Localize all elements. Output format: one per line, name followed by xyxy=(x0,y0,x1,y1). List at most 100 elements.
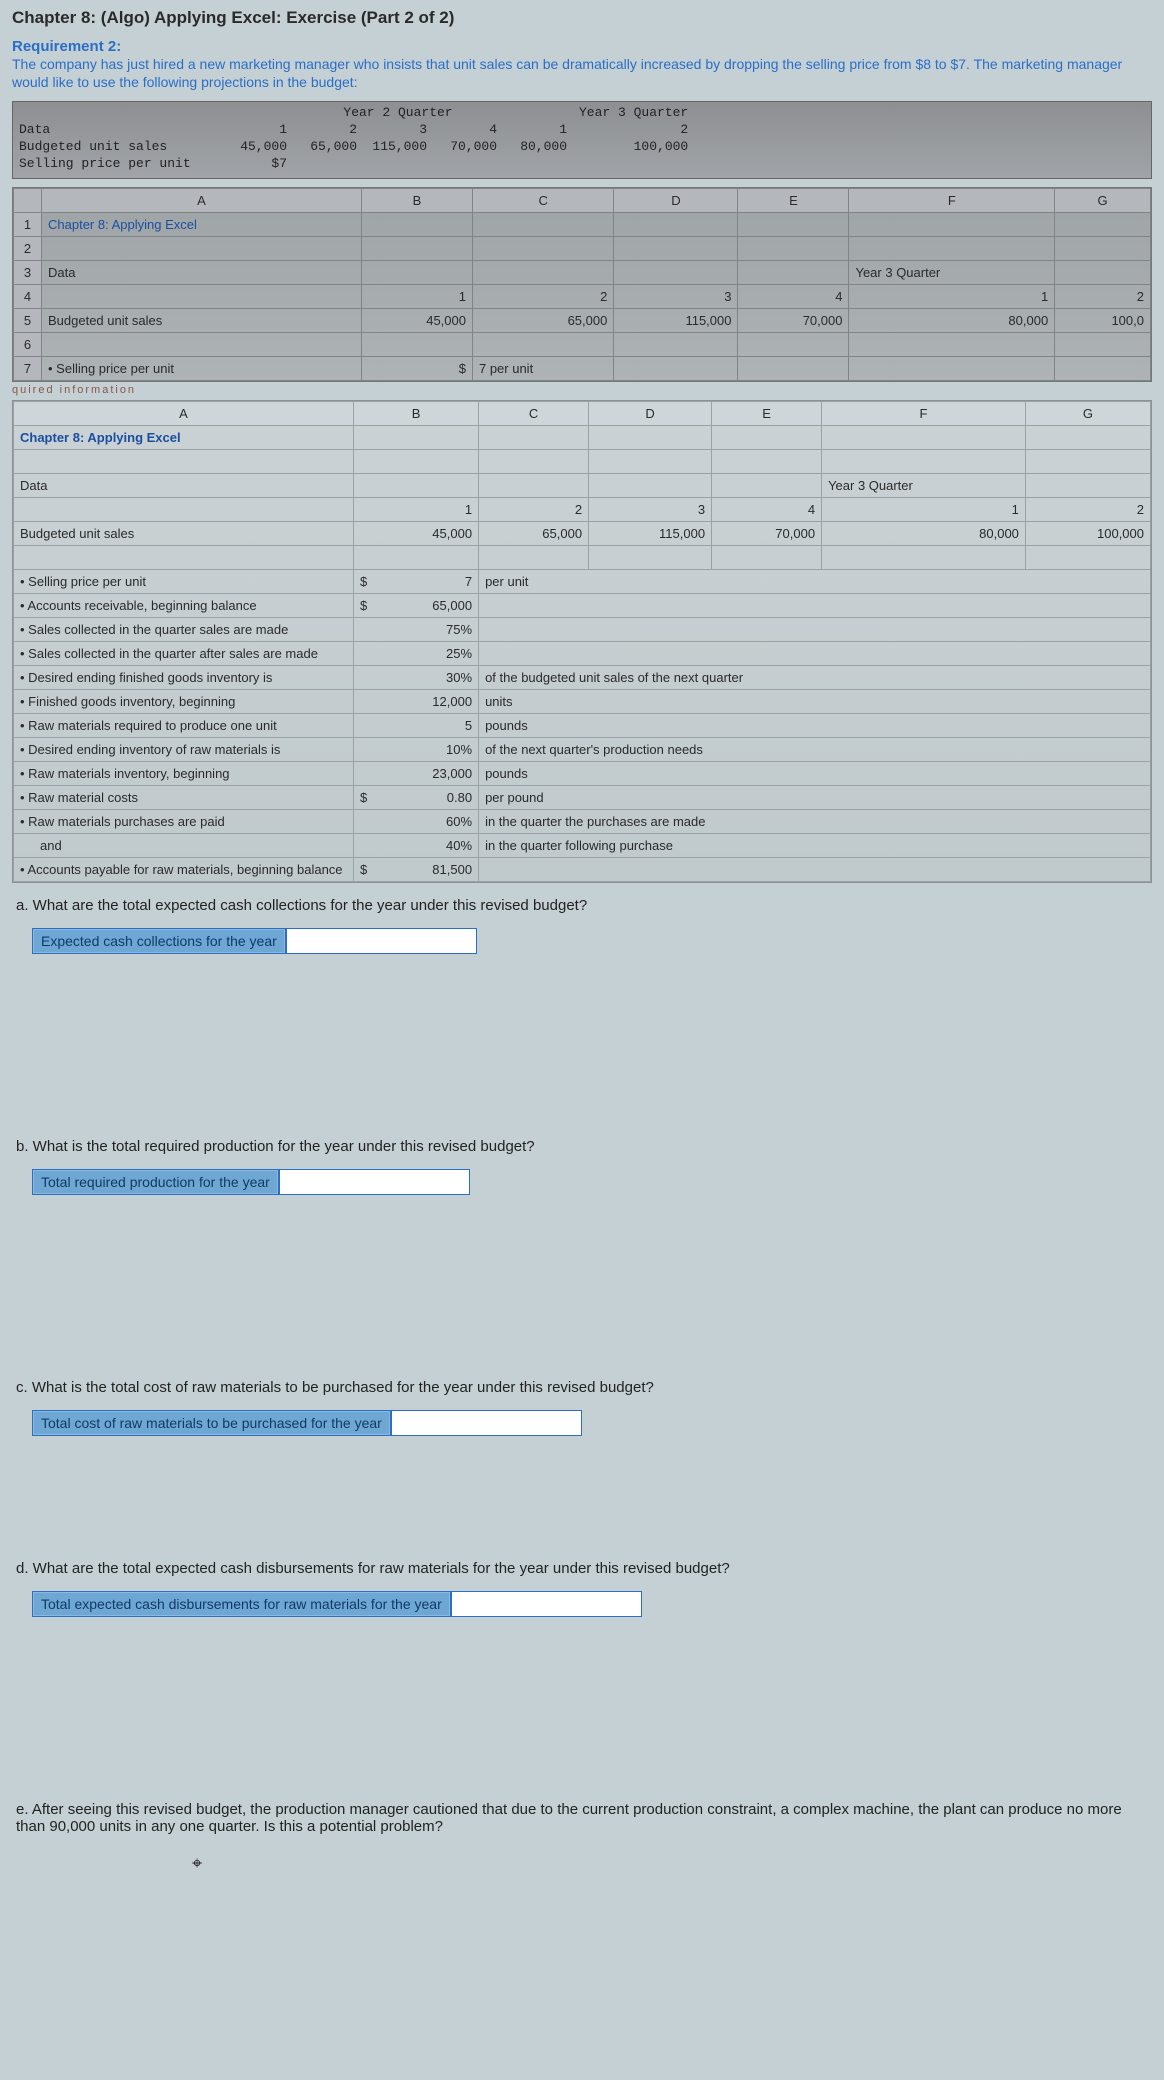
col-header: A xyxy=(14,402,354,426)
answer-input-c[interactable] xyxy=(391,1410,582,1436)
year3-header: Year 3 Quarter xyxy=(573,104,694,121)
answer-label-c: Total cost of raw materials to be purcha… xyxy=(32,1410,391,1436)
row-label: Budgeted unit sales xyxy=(42,309,362,333)
sub-header: 4 xyxy=(712,498,822,522)
item-value: 75% xyxy=(354,618,479,642)
data-row-label: Data xyxy=(13,121,223,138)
item-value: 12,000 xyxy=(354,690,479,714)
col-header: 3 xyxy=(363,121,433,138)
value-cell: 70,000 xyxy=(712,522,822,546)
value-cell: 65,000 xyxy=(293,138,363,155)
page-title: Chapter 8: (Algo) Applying Excel: Exerci… xyxy=(12,8,1152,28)
data-label: Data xyxy=(14,474,354,498)
col-header: D xyxy=(614,189,738,213)
col-header: 2 xyxy=(293,121,363,138)
item-note: pounds xyxy=(479,762,1151,786)
value-cell: 45,000 xyxy=(223,138,293,155)
answer-input-b[interactable] xyxy=(279,1169,470,1195)
item-label: Selling price per unit xyxy=(14,570,354,594)
sub-header: 4 xyxy=(738,285,849,309)
sub-header: 2 xyxy=(472,285,613,309)
answer-label-d: Total expected cash disbursements for ra… xyxy=(32,1591,451,1617)
row-number: 3 xyxy=(14,261,42,285)
value-cell: 70,000 xyxy=(738,309,849,333)
value-cell: 100,0 xyxy=(1055,309,1151,333)
answer-input-d[interactable] xyxy=(451,1591,642,1617)
partial-text: quired information xyxy=(12,384,1152,396)
selling-price-label: Selling price per unit xyxy=(13,155,223,172)
row-number: 1 xyxy=(14,213,42,237)
item-note: per unit xyxy=(479,570,1151,594)
sub-header: 2 xyxy=(1025,498,1150,522)
answer-label-a: Expected cash collections for the year xyxy=(32,928,286,954)
answer-label-b: Total required production for the year xyxy=(32,1169,279,1195)
item-label: Raw material costs xyxy=(14,786,354,810)
item-label: Sales collected in the quarter after sal… xyxy=(14,642,354,666)
col-header: 1 xyxy=(503,121,573,138)
item-label: Desired ending finished goods inventory … xyxy=(14,666,354,690)
item-label: Desired ending inventory of raw material… xyxy=(14,738,354,762)
col-header: B xyxy=(362,189,473,213)
row-number: 6 xyxy=(14,333,42,357)
item-value: 30% xyxy=(354,666,479,690)
item-value: $81,500 xyxy=(354,858,479,882)
value-cell: 80,000 xyxy=(849,309,1055,333)
item-label: and xyxy=(14,834,354,858)
value-cell: 80,000 xyxy=(503,138,573,155)
question-d: d. What are the total expected cash disb… xyxy=(16,1560,1148,1577)
col-header: E xyxy=(712,402,822,426)
item-label: Raw materials required to produce one un… xyxy=(14,714,354,738)
sub-header: 2 xyxy=(1055,285,1151,309)
item-note xyxy=(479,594,1151,618)
value-cell: 115,000 xyxy=(614,309,738,333)
question-a: a. What are the total expected cash coll… xyxy=(16,897,1148,914)
item-value: 25% xyxy=(354,642,479,666)
value-cell: 100,000 xyxy=(573,138,694,155)
sub-header: 1 xyxy=(822,498,1026,522)
data-label: Data xyxy=(42,261,362,285)
excel-grid-1: A B C D E F G 1 Chapter 8: Applying Exce… xyxy=(12,187,1152,382)
requirement-description: The company has just hired a new marketi… xyxy=(12,55,1152,91)
question-c: c. What is the total cost of raw materia… xyxy=(16,1379,1148,1396)
projections-table: Year 2 Quarter Year 3 Quarter Data 1 2 3… xyxy=(12,101,1152,179)
value-cell: 80,000 xyxy=(822,522,1026,546)
budgeted-sales-label: Budgeted unit sales xyxy=(13,138,223,155)
sub-header: 1 xyxy=(362,285,473,309)
item-note xyxy=(479,642,1151,666)
requirement-title: Requirement 2: xyxy=(12,38,1152,55)
col-header: D xyxy=(589,402,712,426)
sub-header: 2 xyxy=(479,498,589,522)
col-header: C xyxy=(472,189,613,213)
value-cell: 45,000 xyxy=(354,522,479,546)
row-number: 7 xyxy=(14,357,42,381)
item-note: in the quarter following purchase xyxy=(479,834,1151,858)
row-number: 2 xyxy=(14,237,42,261)
item-value: $0.80 xyxy=(354,786,479,810)
item-note: per pound xyxy=(479,786,1151,810)
value-cell: 65,000 xyxy=(479,522,589,546)
col-header: F xyxy=(822,402,1026,426)
col-header: C xyxy=(479,402,589,426)
cursor-icon: ⌖ xyxy=(192,1853,202,1873)
col-header: 2 xyxy=(573,121,694,138)
item-note: in the quarter the purchases are made xyxy=(479,810,1151,834)
item-label: Accounts payable for raw materials, begi… xyxy=(14,858,354,882)
year2-header: Year 2 Quarter xyxy=(293,104,503,121)
col-header: F xyxy=(849,189,1055,213)
col-header: G xyxy=(1055,189,1151,213)
item-label: Finished goods inventory, beginning xyxy=(14,690,354,714)
item-note xyxy=(479,618,1151,642)
row-number: 5 xyxy=(14,309,42,333)
value-cell: 100,000 xyxy=(1025,522,1150,546)
value-cell: 115,000 xyxy=(363,138,433,155)
item-label: Sales collected in the quarter sales are… xyxy=(14,618,354,642)
col-header: 1 xyxy=(223,121,293,138)
question-e: e. After seeing this revised budget, the… xyxy=(16,1801,1148,1835)
item-label: Raw materials inventory, beginning xyxy=(14,762,354,786)
sub-header: 1 xyxy=(354,498,479,522)
value-cell: $7 xyxy=(223,155,293,172)
chapter-link[interactable]: Chapter 8: Applying Excel xyxy=(42,213,362,237)
value-cell: 65,000 xyxy=(472,309,613,333)
item-note: units xyxy=(479,690,1151,714)
answer-input-a[interactable] xyxy=(286,928,477,954)
